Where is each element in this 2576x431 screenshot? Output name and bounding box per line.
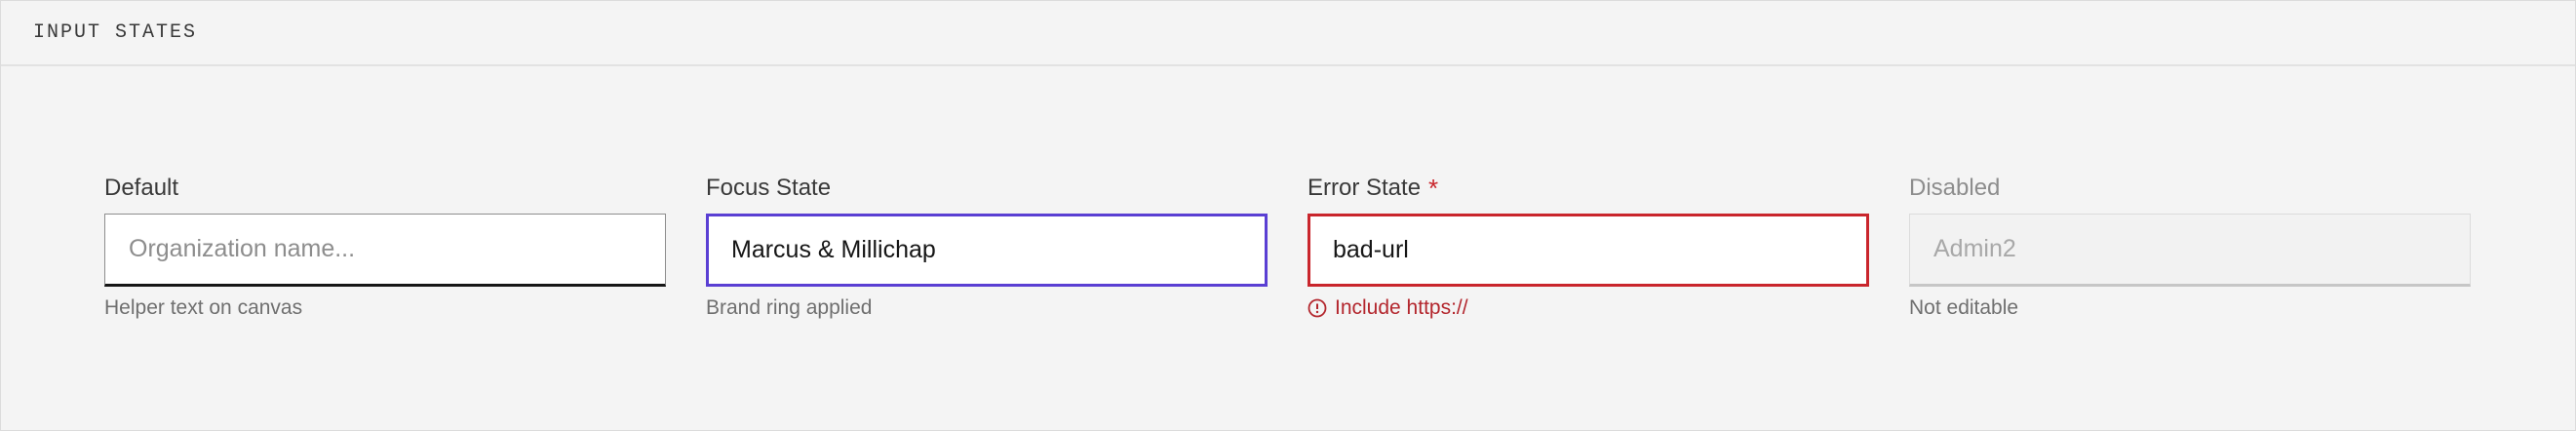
error-helper: Include https://: [1308, 296, 1869, 320]
default-input-placeholder: Organization name...: [129, 235, 356, 262]
error-input-value: bad-url: [1333, 236, 1409, 263]
disabled-helper-text: Not editable: [1909, 296, 2019, 319]
focus-helper-text: Brand ring applied: [706, 296, 873, 319]
focus-label: Focus State: [706, 173, 1268, 204]
default-field: Default Organization name... Helper text…: [104, 173, 666, 320]
input-states-panel: INPUT STATES Default Organization name..…: [0, 0, 2576, 431]
default-helper-text: Helper text on canvas: [104, 296, 303, 319]
focus-field: Focus State Marcus & Millichap Brand rin…: [706, 173, 1268, 320]
disabled-label-text: Disabled: [1909, 175, 2001, 201]
disabled-input: Admin2: [1909, 214, 2471, 287]
disabled-input-value: Admin2: [1933, 235, 2016, 262]
error-label-text: Error State: [1308, 175, 1422, 201]
error-helper-text: Include https://: [1335, 296, 1468, 319]
disabled-label: Disabled: [1909, 173, 2471, 204]
default-label-text: Default: [104, 175, 179, 201]
disabled-field: Disabled Admin2 Not editable: [1909, 173, 2471, 320]
error-circle-icon: [1308, 298, 1327, 318]
panel-header: INPUT STATES: [1, 1, 2575, 66]
focus-label-text: Focus State: [706, 175, 832, 201]
panel-title: INPUT STATES: [33, 21, 198, 44]
error-label: Error State *: [1308, 173, 1869, 204]
default-input[interactable]: Organization name...: [104, 214, 666, 287]
error-input[interactable]: bad-url: [1308, 214, 1869, 287]
focus-input-value: Marcus & Millichap: [731, 236, 936, 263]
focus-input[interactable]: Marcus & Millichap: [706, 214, 1268, 287]
error-field: Error State * bad-url Include https://: [1308, 173, 1869, 320]
required-marker: *: [1428, 174, 1439, 203]
fields-row: Default Organization name... Helper text…: [104, 173, 2471, 320]
default-label: Default: [104, 173, 666, 204]
